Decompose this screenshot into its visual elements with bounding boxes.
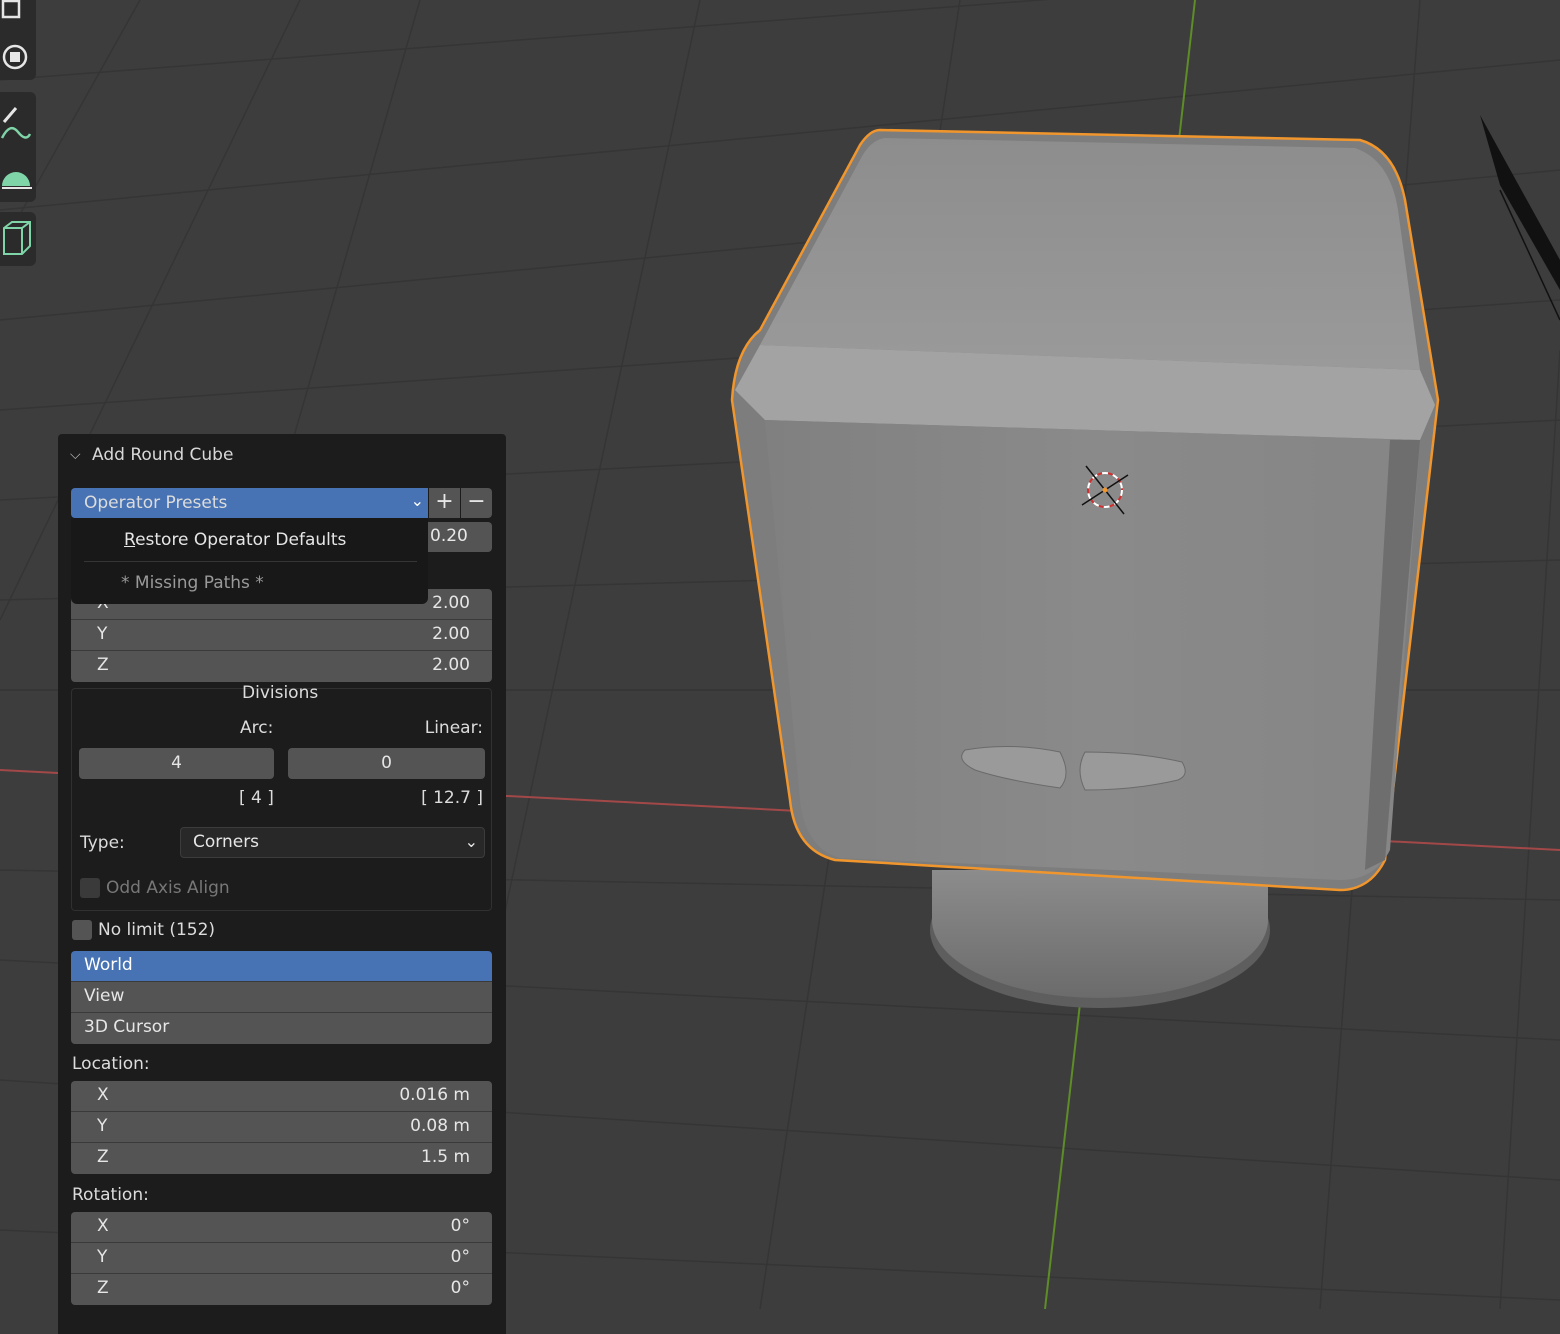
restore-defaults-item[interactable]: Restore Operator Defaults: [124, 530, 346, 550]
annotate-icon: [0, 107, 32, 139]
axis-label: Y: [97, 624, 108, 644]
axis-label: Y: [97, 1247, 108, 1267]
align-world-option[interactable]: World: [71, 951, 492, 982]
tool-measure[interactable]: [0, 152, 36, 204]
restore-label: estore Operator Defaults: [135, 530, 347, 550]
rotation-y-value: 0°: [450, 1247, 470, 1267]
restore-mnemonic: R: [124, 530, 136, 550]
axis-label: Y: [97, 1116, 108, 1136]
missing-paths-item: * Missing Paths *: [121, 573, 264, 593]
size-y-field[interactable]: Y 2.00: [71, 620, 492, 651]
no-limit-label: No limit (152): [98, 920, 216, 940]
location-z-value: 1.5 m: [421, 1147, 470, 1167]
add-cube-icon: [3, 221, 31, 255]
align-cursor-option[interactable]: 3D Cursor: [71, 1013, 492, 1044]
type-value: Corners: [193, 832, 260, 852]
tool-transform[interactable]: [0, 34, 36, 86]
rotation-x-field[interactable]: X 0°: [71, 1212, 492, 1243]
rotation-z-field[interactable]: Z 0°: [71, 1274, 492, 1305]
presets-menu: Restore Operator Defaults * Missing Path…: [71, 518, 428, 604]
toolbar-group-add: [0, 212, 36, 266]
axis-label: X: [97, 1216, 109, 1236]
align-world-label: World: [84, 955, 133, 975]
align-view-option[interactable]: View: [71, 982, 492, 1013]
remove-preset-button[interactable]: −: [461, 488, 492, 518]
size-z-value: 2.00: [432, 655, 470, 675]
chevron-down-icon: ⌄: [410, 491, 424, 510]
location-z-field[interactable]: Z 1.5 m: [71, 1143, 492, 1174]
panel-header[interactable]: ⌵ Add Round Cube: [70, 444, 233, 466]
menu-separator: [84, 561, 417, 562]
camera-object: [1480, 115, 1560, 321]
divisions-box: Divisions Arc: Linear: 4 0 [ 4 ] [ 12.7 …: [71, 683, 492, 911]
operator-panel: ⌵ Add Round Cube 0.20 X2.00 Y2.00 Z2.00 …: [58, 434, 506, 1334]
location-fields: X 0.016 m Y 0.08 m Z 1.5 m: [71, 1081, 492, 1174]
rotation-label: Rotation:: [72, 1185, 149, 1205]
axis-label: X: [97, 1085, 109, 1105]
arc-label: Arc:: [240, 718, 274, 738]
add-preset-button[interactable]: +: [429, 488, 460, 518]
panel-title: Add Round Cube: [92, 445, 234, 465]
axis-label: Z: [97, 655, 109, 675]
align-view-label: View: [84, 986, 125, 1006]
operator-presets-dropdown[interactable]: Operator Presets ⌄: [71, 488, 428, 518]
radius-value: 0.20: [430, 526, 468, 546]
tool-annotate[interactable]: [0, 94, 36, 146]
linear-label: Linear:: [424, 718, 483, 738]
chevron-down-icon: ⌵: [70, 447, 81, 463]
arc-divisions-field[interactable]: 4: [79, 748, 274, 779]
chevron-down-icon: ⌄: [464, 832, 478, 851]
tool-add-cube[interactable]: [0, 212, 36, 264]
no-limit-checkbox[interactable]: [72, 920, 92, 940]
size-y-value: 2.00: [432, 624, 470, 644]
linear-divisions-field[interactable]: 0: [288, 748, 485, 779]
linear-info: [ 12.7 ]: [421, 788, 483, 808]
axis-label: Z: [97, 1147, 109, 1167]
measure-icon: [2, 172, 32, 189]
rotation-y-field[interactable]: Y 0°: [71, 1243, 492, 1274]
location-x-value: 0.016 m: [399, 1085, 470, 1105]
presets-label: Operator Presets: [84, 493, 228, 513]
rotation-x-value: 0°: [450, 1216, 470, 1236]
location-x-field[interactable]: X 0.016 m: [71, 1081, 492, 1112]
round-cube-object[interactable]: [730, 128, 1440, 1008]
select-box-icon: [1, 0, 21, 19]
type-dropdown[interactable]: Corners ⌄: [180, 827, 485, 858]
transform-icon: [2, 44, 28, 70]
align-cursor-label: 3D Cursor: [84, 1017, 170, 1037]
size-x-value: 2.00: [432, 593, 470, 613]
odd-axis-align-label: Odd Axis Align: [106, 878, 230, 898]
axis-label: Z: [97, 1278, 109, 1298]
size-z-field[interactable]: Z 2.00: [71, 651, 492, 682]
type-label: Type:: [80, 833, 125, 853]
odd-axis-align-checkbox[interactable]: [80, 878, 100, 898]
rotation-fields: X 0° Y 0° Z 0°: [71, 1212, 492, 1305]
align-selector: World View 3D Cursor: [71, 951, 492, 1044]
location-y-field[interactable]: Y 0.08 m: [71, 1112, 492, 1143]
toolbar-group-top: [0, 0, 36, 80]
location-label: Location:: [72, 1054, 150, 1074]
arc-info: [ 4 ]: [239, 788, 274, 808]
location-y-value: 0.08 m: [410, 1116, 470, 1136]
rotation-z-value: 0°: [450, 1278, 470, 1298]
radius-field[interactable]: 0.20: [428, 522, 492, 552]
toolbar-group-annotate: [0, 92, 36, 202]
divisions-title: Divisions: [242, 683, 319, 703]
